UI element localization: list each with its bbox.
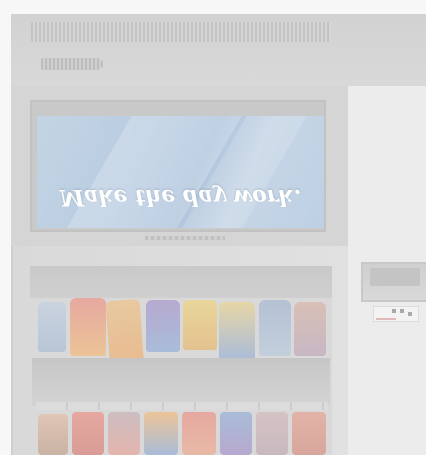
bill-slot-icon <box>41 58 103 70</box>
product-item[interactable] <box>108 412 140 455</box>
product-item[interactable] <box>144 412 178 455</box>
lower-shelf-background <box>32 362 330 406</box>
price-strip <box>36 402 328 410</box>
product-item[interactable] <box>256 412 288 455</box>
reader-stripe <box>376 318 396 320</box>
product-item[interactable] <box>70 298 106 356</box>
advertising-screen: Make the day work. <box>37 116 324 228</box>
coin-slot-opening <box>370 268 420 286</box>
product-item[interactable] <box>146 300 180 352</box>
reader-led <box>408 312 412 316</box>
product-item[interactable] <box>259 300 291 356</box>
screen-slogan: Make the day work. <box>59 184 302 210</box>
reader-led <box>392 309 396 313</box>
vending-machine-photo: Make the day work. <box>0 0 426 455</box>
shelf <box>32 358 330 364</box>
vent-grille-icon <box>31 22 331 42</box>
product-item[interactable] <box>183 300 217 350</box>
product-item[interactable] <box>38 414 68 455</box>
product-item[interactable] <box>182 412 216 455</box>
screen-frame-detail <box>145 236 225 240</box>
product-item[interactable] <box>38 302 66 352</box>
product-item[interactable] <box>294 302 326 356</box>
reader-led <box>400 309 404 313</box>
product-item[interactable] <box>72 412 104 455</box>
product-item[interactable] <box>292 412 326 455</box>
product-item[interactable] <box>220 412 252 455</box>
window-header <box>30 266 332 298</box>
product-item[interactable] <box>219 302 255 360</box>
